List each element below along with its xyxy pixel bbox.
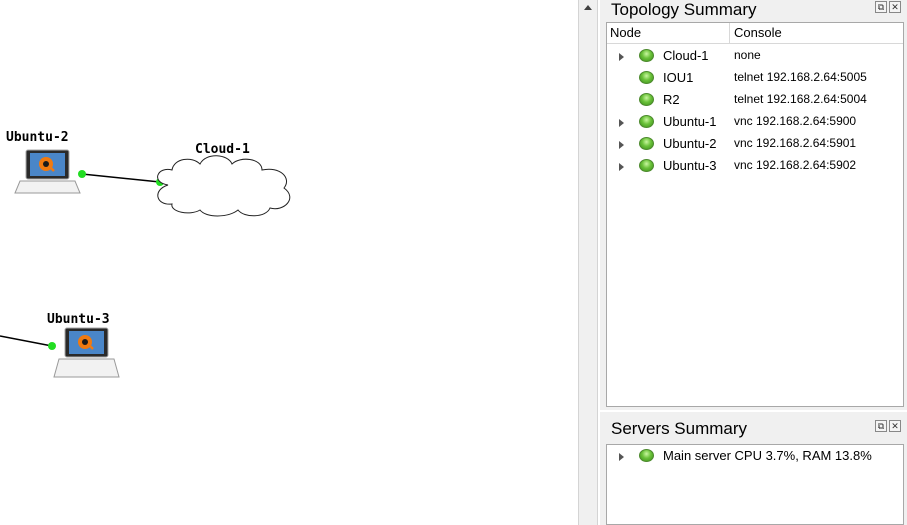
node-label-cloud-1[interactable]: Cloud-1	[195, 142, 250, 157]
column-header-node[interactable]: Node	[610, 25, 641, 40]
status-started-icon	[639, 449, 654, 462]
status-started-icon	[639, 71, 654, 84]
status-started-icon	[639, 137, 654, 150]
cloud-icon[interactable]	[157, 155, 291, 217]
node-console: vnc 192.168.2.64:5901	[734, 136, 857, 150]
laptop-qemu-icon[interactable]	[53, 327, 120, 378]
servers-summary-dock: Servers Summary ⧉ ✕ Main server CPU 3.7%…	[600, 412, 907, 525]
node-console: vnc 192.168.2.64:5900	[734, 114, 857, 128]
topology-row[interactable]: Ubuntu-1 vnc 192.168.2.64:5900	[607, 112, 903, 134]
status-started-icon	[639, 159, 654, 172]
topology-row[interactable]: Ubuntu-3 vnc 192.168.2.64:5902	[607, 156, 903, 178]
laptop-qemu-icon[interactable]	[14, 149, 81, 194]
expand-arrow-icon[interactable]	[619, 163, 624, 171]
close-panel-icon[interactable]: ✕	[889, 420, 901, 432]
node-name: Ubuntu-3	[663, 158, 717, 173]
status-started-icon	[639, 49, 654, 62]
expand-arrow-icon[interactable]	[619, 453, 624, 461]
node-name: Ubuntu-2	[663, 136, 717, 151]
float-panel-icon[interactable]: ⧉	[875, 420, 887, 432]
canvas-vertical-scrollbar[interactable]	[578, 0, 598, 525]
node-console: telnet 192.168.2.64:5004	[734, 92, 867, 106]
link-ubuntu2-cloud1[interactable]	[81, 173, 161, 183]
topology-row[interactable]: R2 telnet 192.168.2.64:5004	[607, 90, 903, 112]
tree-header: Node Console	[607, 23, 903, 44]
node-name: R2	[663, 92, 680, 107]
server-status-text: Main server CPU 3.7%, RAM 13.8%	[663, 448, 872, 463]
link-status-dot	[48, 342, 56, 350]
servers-summary-title: Servers Summary	[611, 419, 748, 438]
node-name: Ubuntu-1	[663, 114, 717, 129]
node-label-ubuntu-2[interactable]: Ubuntu-2	[6, 130, 69, 145]
column-header-console[interactable]: Console	[734, 25, 782, 40]
status-started-icon	[639, 115, 654, 128]
expand-arrow-icon[interactable]	[619, 141, 624, 149]
node-console: none	[734, 48, 761, 62]
expand-arrow-icon[interactable]	[619, 53, 624, 61]
node-console: vnc 192.168.2.64:5902	[734, 158, 857, 172]
expand-arrow-icon[interactable]	[619, 119, 624, 127]
node-name: IOU1	[663, 70, 694, 85]
server-row[interactable]: Main server CPU 3.7%, RAM 13.8%	[607, 446, 903, 468]
float-panel-icon[interactable]: ⧉	[875, 1, 887, 13]
close-panel-icon[interactable]: ✕	[889, 1, 901, 13]
link-ubuntu3-offscreen[interactable]	[0, 335, 53, 347]
topology-summary-title: Topology Summary	[611, 0, 757, 19]
topology-row[interactable]: Ubuntu-2 vnc 192.168.2.64:5901	[607, 134, 903, 156]
topology-row[interactable]: IOU1 telnet 192.168.2.64:5005	[607, 68, 903, 90]
status-started-icon	[639, 93, 654, 106]
topology-summary-dock: Topology Summary ⧉ ✕ Node Console Cloud-…	[600, 0, 907, 410]
node-label-ubuntu-3[interactable]: Ubuntu-3	[47, 312, 110, 327]
topology-row[interactable]: Cloud-1 none	[607, 46, 903, 68]
topology-canvas[interactable]: Ubuntu-2 Cloud-1 Ubuntu-3	[0, 0, 578, 525]
node-name: Cloud-1	[663, 48, 709, 63]
topology-drawing	[0, 149, 291, 378]
servers-tree[interactable]: Main server CPU 3.7%, RAM 13.8%	[606, 444, 904, 525]
scroll-up-arrow-icon[interactable]	[580, 0, 596, 16]
topology-tree[interactable]: Node Console Cloud-1 none IOU1 telnet 19…	[606, 22, 904, 407]
node-console: telnet 192.168.2.64:5005	[734, 70, 867, 84]
link-status-dot	[78, 170, 86, 178]
